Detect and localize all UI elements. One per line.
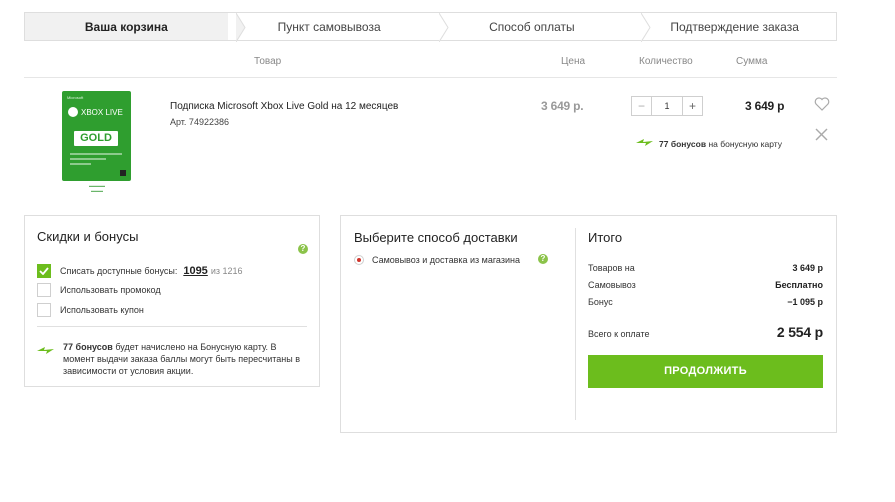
quantity-decrease-button[interactable]: − — [632, 97, 652, 115]
discounts-panel: Скидки и бонусы ? Списать доступные бону… — [24, 215, 320, 387]
continue-button[interactable]: ПРОДОЛЖИТЬ — [588, 355, 823, 388]
total-row-grand: Всего к оплате 2 554 р — [588, 324, 823, 340]
product-image-name: XBOX LIVE — [81, 107, 123, 117]
quantity-input[interactable]: 1 — [652, 97, 682, 115]
bonus-lightning-icon — [636, 138, 653, 149]
quantity-stepper: − 1 + — [631, 96, 703, 116]
product-bonus-amount: 77 бонусов — [659, 138, 707, 149]
discounts-help-icon[interactable]: ? — [298, 244, 308, 254]
discounts-divider — [37, 326, 307, 327]
step-payment-label: Способ оплаты — [489, 19, 575, 34]
use-bonuses-label: Списать доступные бонусы: — [60, 266, 178, 276]
total-title: Итого — [588, 230, 623, 245]
xbox-logo-icon: XBOX LIVE — [68, 107, 123, 117]
product-image[interactable]: Microsoft XBOX LIVE GOLD — [62, 91, 131, 181]
cart-table-header: Товар Цена Количество Сумма — [24, 54, 837, 78]
coupon-checkbox[interactable] — [37, 303, 51, 317]
promo-checkbox[interactable] — [37, 283, 51, 297]
delivery-help-icon[interactable]: ? — [538, 254, 548, 264]
header-price: Цена — [561, 56, 586, 67]
coupon-option[interactable]: Использовать купон — [37, 303, 144, 317]
product-image-caption: ▬▬▬▬ ▬▬▬ — [89, 183, 105, 193]
grand-total-label: Всего к оплате — [588, 329, 650, 339]
product-article: Арт. 74922386 — [170, 117, 229, 127]
header-sum: Сумма — [736, 56, 768, 67]
discounts-title: Скидки и бонусы — [37, 229, 139, 244]
product-bonus-text: на бонусную карту — [708, 138, 783, 149]
rating-icon — [120, 170, 126, 176]
panel-divider — [575, 228, 576, 420]
check-icon — [39, 267, 49, 275]
grand-total-value: 2 554 р — [776, 324, 823, 340]
delivery-option-label: Самовывоз и доставка из магазина — [372, 255, 520, 265]
header-product: Товар — [254, 56, 282, 67]
step-pickup-label: Пункт самовывоза — [277, 19, 381, 34]
remove-item-close-icon[interactable] — [815, 128, 828, 141]
total-row-value: −1 095 р — [787, 297, 823, 307]
bonuses-value[interactable]: 1095 — [183, 265, 207, 277]
total-row-label: Самовывоз — [588, 280, 636, 290]
quantity-increase-button[interactable]: + — [682, 97, 702, 115]
delivery-option-pickup[interactable]: Самовывоз и доставка из магазина — [354, 255, 520, 265]
use-bonuses-checkbox[interactable] — [37, 264, 51, 278]
product-image-badge: GOLD — [74, 131, 118, 146]
promo-option[interactable]: Использовать промокод — [37, 283, 161, 297]
product-image-lines — [70, 153, 122, 171]
product-bonus: 77 бонусов на бонусную карту — [636, 138, 782, 149]
favorite-heart-icon[interactable] — [814, 97, 830, 111]
bonus-lightning-icon — [37, 342, 54, 360]
checkout-steps: Ваша корзина Пункт самовывоза Способ опл… — [24, 12, 837, 42]
coupon-label: Использовать купон — [60, 305, 144, 315]
step-pickup[interactable]: Пункт самовывоза — [227, 13, 449, 42]
delivery-title: Выберите способ доставки — [354, 230, 518, 245]
product-image-brand: Microsoft — [67, 95, 84, 100]
total-row-pickup: Самовывоз Бесплатно — [588, 280, 823, 290]
header-quantity: Количество — [639, 56, 693, 67]
total-row-label: Товаров на — [588, 263, 635, 273]
bonus-info-amount: 77 бонусов — [63, 342, 113, 352]
product-sum: 3 649 р — [745, 99, 785, 113]
total-row-value: Бесплатно — [775, 280, 823, 290]
product-title[interactable]: Подписка Microsoft Xbox Live Gold на 12 … — [170, 101, 398, 112]
step-cart[interactable]: Ваша корзина — [25, 13, 246, 42]
step-confirm[interactable]: Подтверждение заказа — [633, 13, 836, 40]
total-row-bonus: Бонус −1 095 р — [588, 297, 823, 307]
total-row-label: Бонус — [588, 297, 613, 307]
step-cart-label: Ваша корзина — [84, 19, 168, 34]
step-confirm-label: Подтверждение заказа — [670, 19, 799, 34]
promo-label: Использовать промокод — [60, 285, 161, 295]
delivery-total-panel: Выберите способ доставки Самовывоз и дос… — [340, 215, 837, 433]
total-row-goods: Товаров на 3 649 р — [588, 263, 823, 273]
step-payment[interactable]: Способ оплаты — [430, 13, 651, 42]
delivery-radio[interactable] — [354, 255, 364, 265]
use-bonuses-option[interactable]: Списать доступные бонусы: 1095 из 1216 — [37, 264, 243, 278]
total-row-value: 3 649 р — [792, 263, 823, 273]
product-price: 3 649 р. — [541, 99, 584, 113]
bonus-info-text: 77 бонусов будет начислено на Бонусную к… — [63, 341, 303, 377]
bonuses-total: из 1216 — [210, 266, 243, 276]
